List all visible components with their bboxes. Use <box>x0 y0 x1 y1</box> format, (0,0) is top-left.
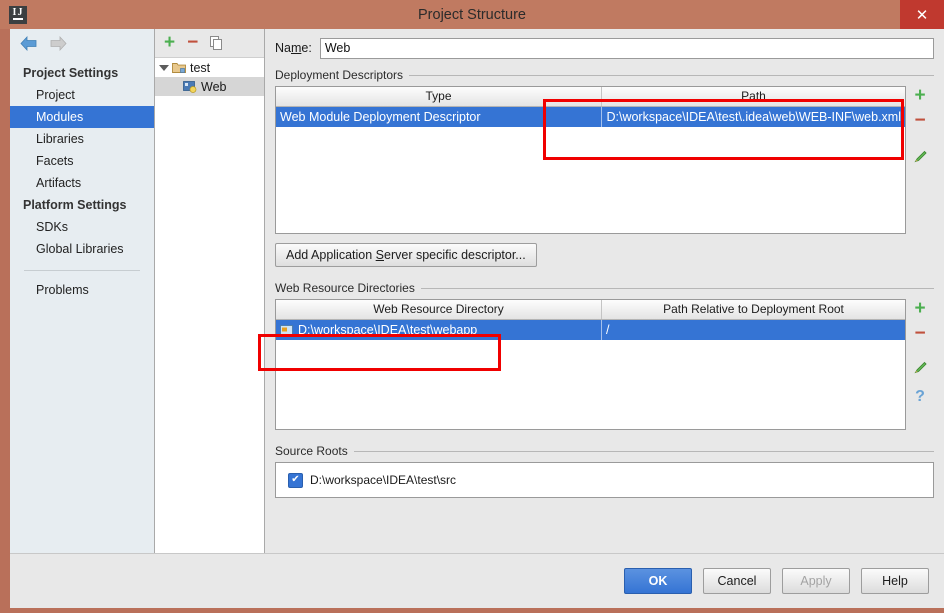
chevron-down-icon[interactable] <box>159 64 169 71</box>
section-title: Deployment Descriptors <box>275 68 404 82</box>
logo-text: IJ <box>12 6 24 20</box>
web-resource-directories-table: Web Resource Directory Path Relative to … <box>275 299 906 430</box>
cell-type: Web Module Deployment Descriptor <box>276 107 602 127</box>
module-tree-pane: + − test Web <box>155 29 265 553</box>
title-bar: IJ Project Structure ✕ <box>0 0 944 29</box>
deployment-descriptors-actions: + − <box>906 86 934 234</box>
sidebar-item-modules[interactable]: Modules <box>10 106 154 128</box>
section-rule <box>353 450 934 452</box>
sidebar-item-global-libraries[interactable]: Global Libraries <box>10 238 154 260</box>
sidebar-item-sdks[interactable]: SDKs <box>10 216 154 238</box>
source-roots-list: ✔ D:\workspace\IDEA\test\src <box>275 462 934 498</box>
web-resource-directories-section-header: Web Resource Directories <box>275 281 934 295</box>
name-input[interactable] <box>319 37 934 59</box>
deployment-descriptors-table-wrap: Type Path Web Module Deployment Descript… <box>275 86 934 234</box>
intellij-logo-icon: IJ <box>9 6 27 24</box>
ok-button[interactable]: OK <box>624 568 692 594</box>
pencil-icon[interactable] <box>913 148 928 163</box>
sidebar-group-platform-settings: Platform Settings <box>23 198 127 212</box>
sidebar-divider <box>24 270 140 271</box>
minus-icon[interactable]: − <box>914 324 925 343</box>
tree-node-label: Web <box>201 79 227 94</box>
minus-icon[interactable]: − <box>914 111 925 130</box>
add-descriptor-row: Add Application Server specific descript… <box>275 243 934 267</box>
cell-web-resource-directory: D:\workspace\IDEA\test\webapp <box>276 320 602 340</box>
btn-label-before: Add Application <box>286 248 376 262</box>
name-row: Name: <box>275 29 934 67</box>
column-header-relative-path[interactable]: Path Relative to Deployment Root <box>602 300 905 319</box>
section-rule <box>420 287 934 289</box>
module-toolbar: + − <box>155 29 264 58</box>
web-folder-icon <box>280 325 293 336</box>
tree-node-test[interactable]: test <box>155 58 264 77</box>
source-root-path: D:\workspace\IDEA\test\src <box>310 473 457 487</box>
sidebar-item-libraries[interactable]: Libraries <box>10 128 154 150</box>
name-label: Name: <box>275 41 312 55</box>
settings-sidebar: Project Settings Project Modules Librari… <box>10 29 155 553</box>
forward-arrow-icon[interactable] <box>50 35 67 51</box>
column-header-path[interactable]: Path <box>602 87 905 106</box>
sidebar-item-project[interactable]: Project <box>10 84 154 106</box>
web-facet-icon <box>183 81 197 93</box>
tree-node-web[interactable]: Web <box>155 77 264 96</box>
table-row[interactable]: D:\workspace\IDEA\test\webapp / <box>276 320 905 340</box>
cancel-button[interactable]: Cancel <box>703 568 771 594</box>
sidebar-item-facets[interactable]: Facets <box>10 150 154 172</box>
table-header-row: Web Resource Directory Path Relative to … <box>276 300 905 320</box>
sidebar-item-problems[interactable]: Problems <box>10 279 154 301</box>
close-button[interactable]: ✕ <box>900 0 944 29</box>
plus-icon[interactable]: + <box>164 33 175 52</box>
dialog-footer: OK Cancel Apply Help <box>10 553 944 608</box>
pencil-icon[interactable] <box>913 359 928 374</box>
section-rule <box>409 74 934 76</box>
section-title: Source Roots <box>275 444 348 458</box>
tree-node-label: test <box>190 60 211 75</box>
name-mnemonic: m <box>290 41 302 55</box>
minus-icon[interactable]: − <box>187 33 198 52</box>
btn-label-after: erver specific descriptor... <box>384 248 526 262</box>
back-arrow-icon[interactable] <box>20 35 37 51</box>
btn-mnemonic: S <box>375 248 384 262</box>
cell-text: D:\workspace\IDEA\test\webapp <box>298 323 478 337</box>
web-resource-directories-actions: + − ? <box>906 299 934 430</box>
plus-icon[interactable]: + <box>914 86 925 105</box>
settings-nav-list: Project Settings Project Modules Librari… <box>10 57 154 301</box>
deployment-descriptors-section-header: Deployment Descriptors <box>275 68 934 82</box>
deployment-descriptors-table: Type Path Web Module Deployment Descript… <box>275 86 906 234</box>
dialog-body: Project Settings Project Modules Librari… <box>10 29 944 553</box>
help-icon[interactable]: ? <box>915 389 925 405</box>
dialog-content: Project Settings Project Modules Librari… <box>10 29 944 608</box>
source-roots-section-header: Source Roots <box>275 444 934 458</box>
project-folder-icon <box>172 62 186 73</box>
help-button[interactable]: Help <box>861 568 929 594</box>
section-title: Web Resource Directories <box>275 281 415 295</box>
add-application-server-descriptor-button[interactable]: Add Application Server specific descript… <box>275 243 537 267</box>
source-root-checkbox[interactable]: ✔ <box>288 472 303 488</box>
navigation-arrows <box>10 29 154 57</box>
web-resource-directories-table-wrap: Web Resource Directory Path Relative to … <box>275 299 934 430</box>
column-header-type[interactable]: Type <box>276 87 602 106</box>
window-title: Project Structure <box>418 6 526 23</box>
module-settings-panel: Name: Deployment Descriptors Type Path <box>265 29 944 553</box>
table-header-row: Type Path <box>276 87 905 107</box>
apply-button: Apply <box>782 568 850 594</box>
column-header-web-resource-directory[interactable]: Web Resource Directory <box>276 300 602 319</box>
sidebar-item-artifacts[interactable]: Artifacts <box>10 172 154 194</box>
table-row[interactable]: Web Module Deployment Descriptor D:\work… <box>276 107 905 127</box>
copy-icon[interactable] <box>210 35 224 51</box>
project-structure-dialog: IJ Project Structure ✕ Project Settings … <box>0 0 944 613</box>
cell-relative-path: / <box>606 323 610 337</box>
plus-icon[interactable]: + <box>914 299 925 318</box>
cell-path: D:\workspace\IDEA\test\.idea\web\WEB-INF… <box>606 110 901 124</box>
sidebar-group-project-settings: Project Settings <box>23 66 119 80</box>
